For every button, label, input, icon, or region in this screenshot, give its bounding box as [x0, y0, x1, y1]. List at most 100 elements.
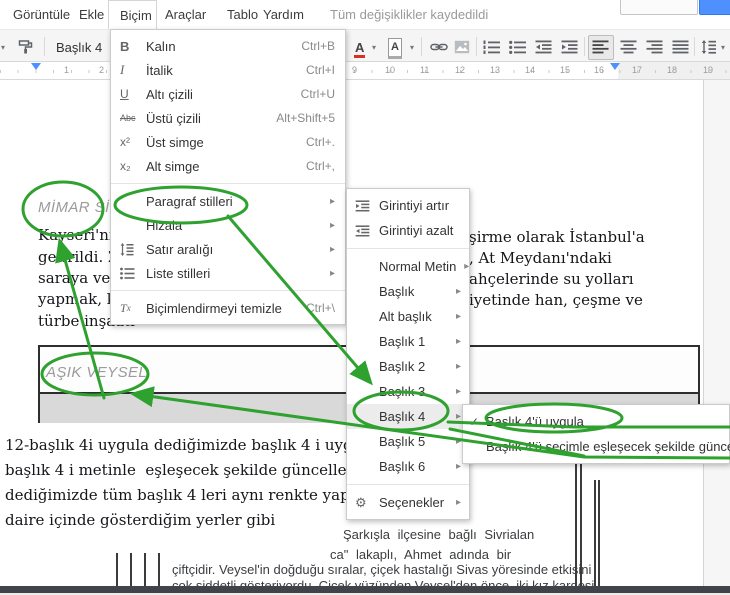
text-color-icon[interactable]: A: [354, 39, 366, 58]
subscript-icon: x₂: [120, 159, 131, 173]
menu-item-normal-metin[interactable]: Normal Metin ▸: [347, 254, 469, 279]
menu-item-paragraf-stilleri[interactable]: Paragraf stilleri ▸: [111, 189, 345, 213]
menu-item-bicimlendirmeyi-temizle[interactable]: Tx Biçimlendirmeyi temizle Ctrl+\: [111, 296, 345, 320]
increase-indent-icon: [355, 199, 379, 212]
doc-heading-asik-veysel[interactable]: AŞIK VEYSEL: [46, 364, 147, 381]
menu-item-baslik-1[interactable]: Başlık 1 ▸: [347, 329, 469, 354]
underline-icon: U: [120, 87, 129, 101]
submenu-arrow-icon: ▸: [455, 286, 461, 297]
paint-format-icon[interactable]: [18, 39, 34, 55]
line-spacing-caret-icon[interactable]: ▾: [721, 39, 725, 55]
ruler-number: 1: [64, 65, 70, 75]
align-left-icon[interactable]: [592, 39, 609, 55]
ruler-number: 18: [667, 65, 678, 75]
highlight-color-icon[interactable]: A: [388, 38, 402, 59]
menu-separator: [347, 484, 469, 485]
doc-text-line[interactable]: daire içinde gösterdiğim yerler gibi: [5, 511, 275, 529]
menu-item-ustu-cizili[interactable]: Abc Üstü çizili Alt+Shift+5: [111, 106, 345, 130]
menu-item-alt-simge[interactable]: x₂ Alt simge Ctrl+,: [111, 154, 345, 178]
doc-text-line[interactable]: şirme olarak İstanbul'a: [469, 228, 645, 246]
bulleted-list-icon[interactable]: [509, 39, 526, 55]
doc-text-line[interactable]: , At Meydanı'ndaki: [469, 249, 612, 267]
menu-goruntule[interactable]: Görüntüle: [13, 7, 70, 22]
dark-divider-band: [0, 586, 730, 593]
insert-link-icon[interactable]: [430, 39, 448, 55]
menu-item-liste-stilleri[interactable]: Liste stilleri ▸: [111, 261, 345, 285]
menu-item-italik[interactable]: I İtalik Ctrl+I: [111, 58, 345, 82]
italic-icon: I: [120, 62, 125, 77]
ruler-number: 13: [490, 65, 501, 75]
menu-item-girintiyi-azalt[interactable]: Girintiyi azalt: [347, 218, 469, 243]
submenu-arrow-icon: ▸: [455, 411, 461, 422]
doc-text-line[interactable]: ahçelerinde su yolları: [469, 270, 634, 288]
menu-item-baslik-4[interactable]: Başlık 4 ▸: [347, 404, 469, 429]
table-border: [116, 553, 118, 586]
menu-item-baslik-2[interactable]: Başlık 2 ▸: [347, 354, 469, 379]
google-docs-window: MİMAR SİNAN Kayseri'nin şirme olarak İst…: [0, 0, 730, 595]
paragraph-style-selector[interactable]: Başlık 4: [56, 39, 102, 55]
menu-item-baslik-5[interactable]: Başlık 5 ▸: [347, 429, 469, 454]
save-status: Tüm değişiklikler kaydedildi: [330, 7, 489, 22]
menu-yardim[interactable]: Yardım: [263, 7, 304, 22]
menu-item-hizala[interactable]: Hizala ▸: [111, 213, 345, 237]
ruler-number: 9: [352, 65, 358, 75]
table-border: [580, 460, 582, 586]
menu-item-baslik4-guncelle[interactable]: Başlık 4'ü seçimle eşleşecek şekilde gün…: [463, 434, 730, 459]
submenu-arrow-icon: ▸: [329, 219, 335, 231]
comments-button[interactable]: [620, 0, 698, 15]
menu-item-baslik[interactable]: Başlık ▸: [347, 279, 469, 304]
numbered-list-icon[interactable]: [483, 39, 500, 55]
highlight-caret-icon[interactable]: ▾: [410, 39, 414, 55]
strikethrough-icon: Abc: [120, 113, 136, 123]
chevron-down-icon[interactable]: ▾: [1, 39, 5, 55]
clear-formatting-icon: Tx: [120, 300, 131, 315]
menu-separator: [111, 183, 345, 184]
doc-text-line[interactable]: dediğimizde tüm başlık 4 leri aynı renkt…: [5, 486, 366, 504]
submenu-arrow-icon: ▸: [455, 461, 461, 472]
share-button[interactable]: [699, 0, 730, 15]
submenu-arrow-icon: ▸: [455, 336, 461, 347]
doc-text-line[interactable]: iyetinde han, çeşme ve: [469, 291, 643, 309]
ruler-number: 11: [420, 65, 430, 75]
ruler-number: 10: [385, 65, 396, 75]
menu-item-alti-cizili[interactable]: U Altı çizili Ctrl+U: [111, 82, 345, 106]
increase-indent-icon[interactable]: [561, 39, 578, 55]
table-border: [144, 553, 146, 586]
menu-item-secenekler[interactable]: ⚙ Seçenekler ▸: [347, 490, 469, 515]
paragraph-styles-submenu: Girintiyi artır Girintiyi azalt Normal M…: [346, 188, 470, 520]
menu-item-baslik4-uygula[interactable]: ✓ Başlık 4'ü uygula: [463, 409, 729, 434]
menu-item-baslik-6[interactable]: Başlık 6 ▸: [347, 454, 469, 479]
insert-image-icon[interactable]: [454, 39, 470, 55]
menu-item-satir-araligi[interactable]: Satır aralığı ▸: [111, 237, 345, 261]
menu-item-girintiyi-artir[interactable]: Girintiyi artır: [347, 193, 469, 218]
left-indent-marker[interactable]: [31, 63, 41, 70]
menu-bicim[interactable]: Biçim: [108, 0, 157, 29]
align-justify-icon[interactable]: [672, 39, 689, 55]
menu-tablo[interactable]: Tablo: [227, 7, 258, 22]
decrease-indent-icon: [355, 224, 379, 237]
submenu-arrow-icon: ▸: [455, 311, 461, 322]
line-spacing-icon[interactable]: [701, 39, 716, 55]
submenu-arrow-icon: ▸: [329, 267, 335, 279]
doc-text-line[interactable]: başlık 4 i metinle eşleşecek şekilde gün…: [5, 461, 347, 479]
text-color-caret-icon[interactable]: ▾: [372, 39, 376, 55]
table-border: [158, 553, 160, 586]
menu-ekle[interactable]: Ekle: [79, 7, 104, 22]
submenu-arrow-icon: ▸: [329, 195, 335, 207]
doc-text-line[interactable]: ca" lakaplı, Ahmet adında bir: [330, 547, 511, 562]
menu-item-alt-baslik[interactable]: Alt başlık ▸: [347, 304, 469, 329]
menu-araclar[interactable]: Araçlar: [165, 7, 206, 22]
doc-text-line[interactable]: 12-başlık 4i uygula dediğimizde başlık 4…: [5, 436, 383, 454]
right-indent-marker[interactable]: [610, 63, 620, 70]
menu-item-baslik-3[interactable]: Başlık 3 ▸: [347, 379, 469, 404]
decrease-indent-icon[interactable]: [535, 39, 552, 55]
check-icon: ✓: [469, 414, 480, 429]
align-right-icon[interactable]: [646, 39, 663, 55]
align-center-icon[interactable]: [620, 39, 637, 55]
heading4-submenu: ✓ Başlık 4'ü uygula Başlık 4'ü seçimle e…: [462, 404, 730, 464]
menu-item-kalin[interactable]: B Kalın Ctrl+B: [111, 34, 345, 58]
menu-item-ust-simge[interactable]: x² Üst simge Ctrl+.: [111, 130, 345, 154]
doc-text-line[interactable]: çiftçidir. Veysel'in doğduğu sıralar, çi…: [172, 562, 591, 577]
page-gutter: [704, 80, 730, 586]
doc-text-line[interactable]: Şarkışla ilçesine bağlı Sivrialan: [343, 527, 534, 542]
